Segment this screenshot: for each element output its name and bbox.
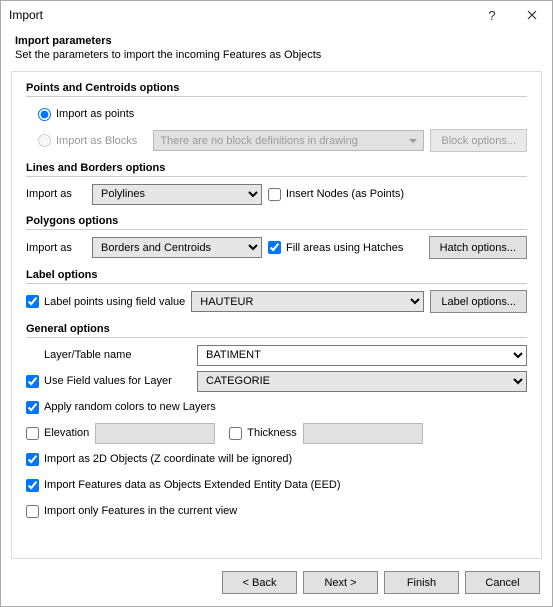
- group-title-general: General options: [26, 323, 527, 338]
- page-title: Import parameters: [15, 35, 538, 47]
- insert-nodes-checkbox[interactable]: Insert Nodes (as Points): [268, 188, 404, 201]
- back-button[interactable]: < Back: [222, 571, 297, 594]
- label-field-select[interactable]: HAUTEUR: [191, 291, 424, 312]
- group-polygons: Polygons options Import as Borders and C…: [26, 215, 527, 259]
- help-button[interactable]: ?: [472, 1, 512, 29]
- insert-nodes-label: Insert Nodes (as Points): [286, 188, 404, 200]
- random-colors-input[interactable]: [26, 401, 39, 414]
- fill-hatches-label: Fill areas using Hatches: [286, 242, 403, 254]
- content-panel: Points and Centroids options Import as p…: [11, 71, 542, 559]
- block-definition-select: There are no block definitions in drawin…: [153, 130, 424, 151]
- use-field-input[interactable]: [26, 375, 39, 388]
- elevation-checkbox[interactable]: Elevation: [26, 427, 89, 440]
- import-2d-label: Import as 2D Objects (Z coordinate will …: [44, 453, 292, 465]
- import-eed-input[interactable]: [26, 479, 39, 492]
- import-eed-checkbox[interactable]: Import Features data as Objects Extended…: [26, 479, 341, 492]
- elevation-label: Elevation: [44, 427, 89, 439]
- footer: < Back Next > Finish Cancel: [1, 559, 552, 606]
- random-colors-label: Apply random colors to new Layers: [44, 401, 216, 413]
- polygons-import-as-label: Import as: [26, 242, 86, 254]
- lines-import-as-select[interactable]: Polylines: [92, 184, 262, 205]
- radio-import-blocks: Import as Blocks: [38, 134, 137, 147]
- group-title-label: Label options: [26, 269, 527, 284]
- thickness-checkbox[interactable]: Thickness: [229, 427, 297, 440]
- finish-button[interactable]: Finish: [384, 571, 459, 594]
- group-general: General options Layer/Table name BATIMEN…: [26, 323, 527, 522]
- header: Import parameters Set the parameters to …: [1, 29, 552, 71]
- label-points-input[interactable]: [26, 295, 39, 308]
- page-subtitle: Set the parameters to import the incomin…: [15, 49, 538, 61]
- layer-name-select[interactable]: BATIMENT: [197, 345, 527, 366]
- hatch-options-button[interactable]: Hatch options...: [429, 236, 527, 259]
- radio-import-blocks-label: Import as Blocks: [56, 135, 137, 147]
- label-points-checkbox[interactable]: Label points using field value: [26, 295, 185, 308]
- titlebar: Import ?: [1, 1, 552, 29]
- layer-name-label: Layer/Table name: [26, 349, 191, 361]
- import-eed-label: Import Features data as Objects Extended…: [44, 479, 341, 491]
- import-2d-checkbox[interactable]: Import as 2D Objects (Z coordinate will …: [26, 453, 292, 466]
- thickness-label: Thickness: [247, 427, 297, 439]
- label-points-label: Label points using field value: [44, 296, 185, 308]
- window-title: Import: [9, 8, 472, 22]
- cancel-button[interactable]: Cancel: [465, 571, 540, 594]
- import-view-input[interactable]: [26, 505, 39, 518]
- block-options-button: Block options...: [430, 129, 527, 152]
- group-label: Label options Label points using field v…: [26, 269, 527, 313]
- group-title-lines: Lines and Borders options: [26, 162, 527, 177]
- random-colors-checkbox[interactable]: Apply random colors to new Layers: [26, 401, 216, 414]
- group-points: Points and Centroids options Import as p…: [26, 82, 527, 152]
- close-button[interactable]: [512, 1, 552, 29]
- import-dialog: Import ? Import parameters Set the param…: [0, 0, 553, 607]
- insert-nodes-input[interactable]: [268, 188, 281, 201]
- next-button[interactable]: Next >: [303, 571, 378, 594]
- fill-hatches-input[interactable]: [268, 241, 281, 254]
- import-view-label: Import only Features in the current view: [44, 505, 237, 517]
- elevation-field: [95, 423, 215, 444]
- thickness-input[interactable]: [229, 427, 242, 440]
- radio-import-points-label: Import as points: [56, 108, 134, 120]
- group-title-polygons: Polygons options: [26, 215, 527, 230]
- group-lines: Lines and Borders options Import as Poly…: [26, 162, 527, 205]
- label-options-button[interactable]: Label options...: [430, 290, 527, 313]
- close-icon: [527, 10, 537, 20]
- radio-import-points-input[interactable]: [38, 108, 51, 121]
- radio-import-blocks-input: [38, 134, 51, 147]
- thickness-field: [303, 423, 423, 444]
- polygons-import-as-select[interactable]: Borders and Centroids: [92, 237, 262, 258]
- field-layer-select[interactable]: CATEGORIE: [197, 371, 527, 392]
- elevation-input[interactable]: [26, 427, 39, 440]
- lines-import-as-label: Import as: [26, 188, 86, 200]
- block-definition-text: There are no block definitions in drawin…: [160, 135, 358, 147]
- radio-import-points[interactable]: Import as points: [38, 108, 134, 121]
- import-2d-input[interactable]: [26, 453, 39, 466]
- use-field-checkbox[interactable]: Use Field values for Layer: [26, 375, 191, 388]
- use-field-label: Use Field values for Layer: [44, 375, 172, 387]
- import-view-checkbox[interactable]: Import only Features in the current view: [26, 505, 237, 518]
- fill-hatches-checkbox[interactable]: Fill areas using Hatches: [268, 241, 403, 254]
- group-title-points: Points and Centroids options: [26, 82, 527, 97]
